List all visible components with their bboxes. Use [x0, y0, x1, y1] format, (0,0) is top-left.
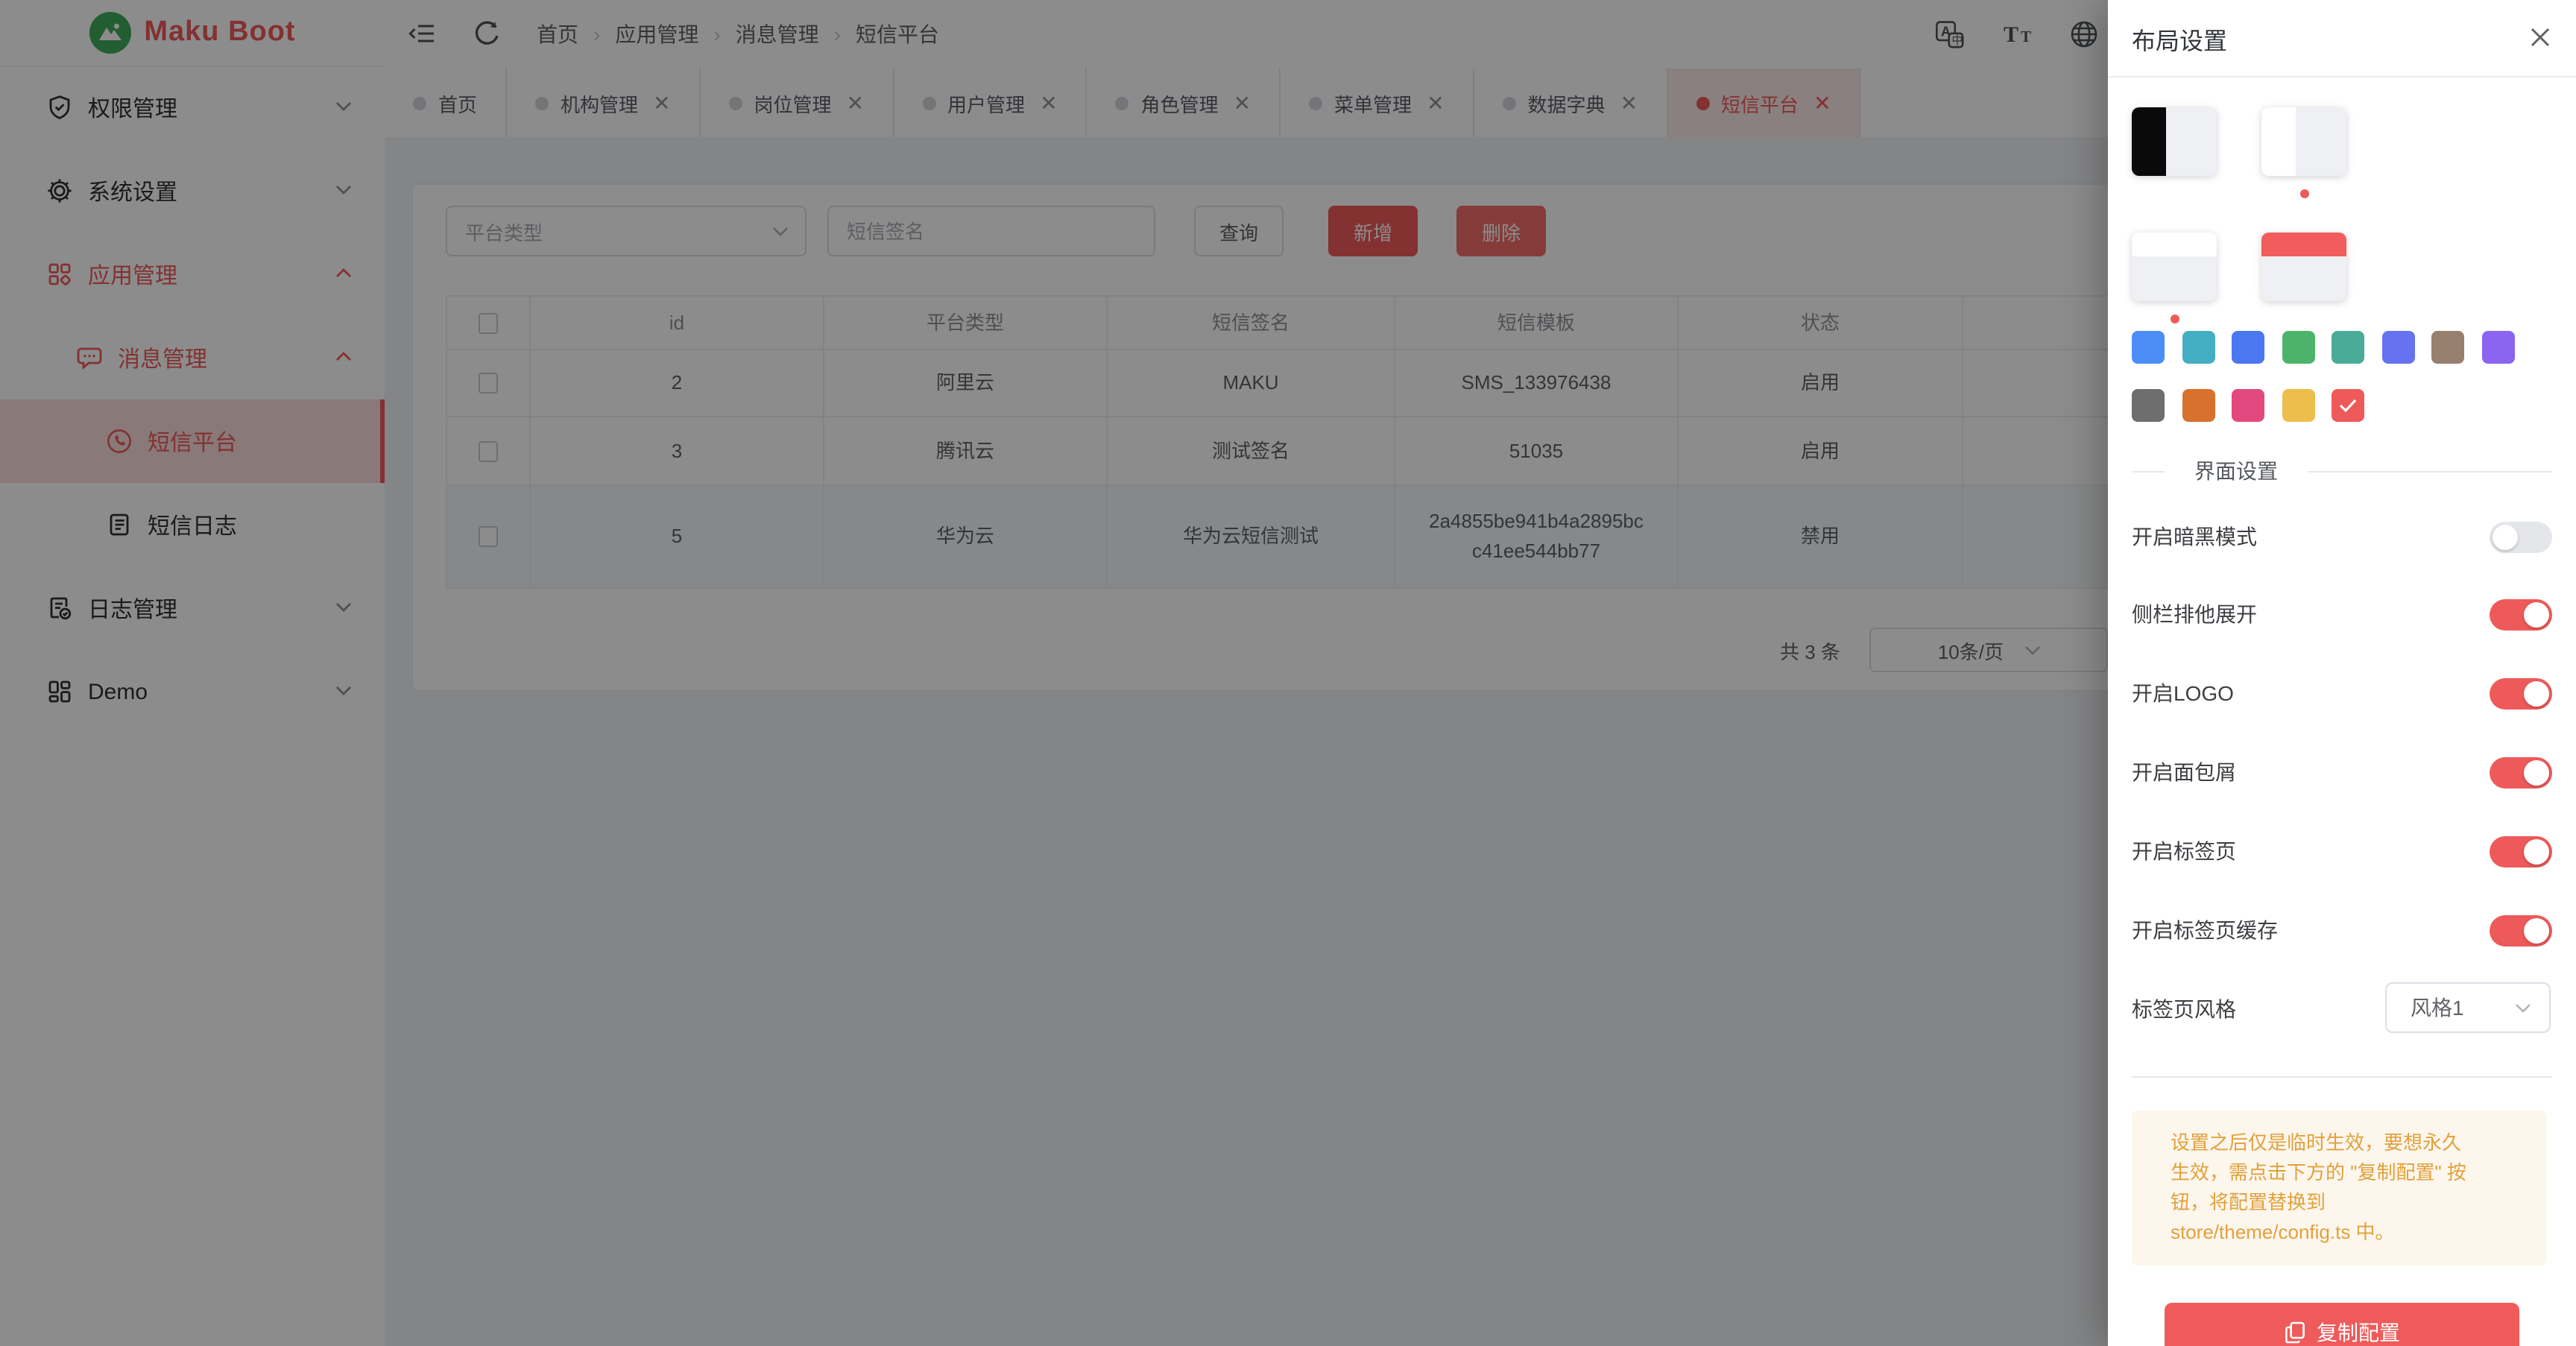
copy-config-label: 复制配置 [2317, 1318, 2400, 1346]
setting-breadcrumb: 开启面包屑 [2132, 756, 2552, 789]
warning-line: store/theme/config.ts 中。 [2171, 1218, 2528, 1248]
warning-line: 生效，需点击下方的 "复制配置" 按 [2171, 1158, 2528, 1188]
selected-dot-icon [2299, 189, 2308, 198]
close-icon[interactable] [2528, 25, 2552, 49]
tabs-cache-toggle[interactable] [2490, 914, 2552, 946]
setting-logo: 开启LOGO [2132, 677, 2552, 710]
layout-style-options [2132, 107, 2346, 323]
theme-color-swatch[interactable] [2182, 331, 2214, 364]
layout-thumb-light-sidebar[interactable] [2261, 107, 2346, 176]
layout-option-primary-header[interactable] [2261, 233, 2346, 323]
breadcrumb-toggle[interactable] [2490, 756, 2552, 788]
setting-label: 开启标签页 [2132, 836, 2236, 866]
layout-option-light-sidebar[interactable] [2261, 107, 2346, 198]
check-icon [2339, 398, 2357, 413]
theme-color-swatch[interactable] [2132, 389, 2165, 422]
theme-color-swatch[interactable] [2232, 389, 2264, 422]
tab-style-select[interactable]: 风格1 [2385, 982, 2551, 1033]
setting-label: 侧栏排他展开 [2132, 599, 2257, 629]
theme-color-swatch[interactable] [2132, 331, 2165, 364]
layout-thumb-dark-sidebar[interactable] [2132, 107, 2217, 176]
interface-settings-title: 界面设置 [2194, 456, 2278, 486]
setting-label: 开启暗黑模式 [2132, 522, 2257, 552]
setting-label: 开启标签页缓存 [2132, 915, 2278, 945]
layout-option-white-header[interactable] [2132, 233, 2217, 323]
logo-toggle[interactable] [2490, 677, 2552, 709]
theme-color-swatch[interactable] [2232, 331, 2264, 364]
theme-color-swatch-selected[interactable] [2332, 389, 2364, 422]
setting-dark-mode: 开启暗黑模式 [2132, 520, 2552, 553]
settings-warning: 设置之后仅是临时生效，要想永久 生效，需点击下方的 "复制配置" 按 钮，将配置… [2132, 1110, 2546, 1266]
layout-thumb-primary-header[interactable] [2261, 233, 2346, 301]
layout-option-dark-sidebar[interactable] [2132, 107, 2217, 198]
tab-style-value: 风格1 [2411, 993, 2464, 1023]
divider [2132, 1076, 2552, 1078]
dark-mode-toggle[interactable] [2490, 521, 2552, 552]
theme-color-swatch[interactable] [2332, 331, 2364, 364]
copy-config-button[interactable]: 复制配置 [2165, 1303, 2519, 1346]
sidebar-accordion-toggle[interactable] [2490, 598, 2552, 630]
tab-style-label: 标签页风格 [2132, 994, 2236, 1024]
setting-tabs: 开启标签页 [2132, 835, 2552, 868]
theme-color-swatch[interactable] [2282, 331, 2314, 364]
theme-color-swatch[interactable] [2182, 389, 2214, 422]
tabs-toggle[interactable] [2490, 835, 2552, 867]
setting-label: 开启LOGO [2132, 678, 2234, 708]
copy-icon [2284, 1321, 2306, 1345]
theme-color-palette [2132, 331, 2537, 422]
warning-line: 设置之后仅是临时生效，要想永久 [2171, 1128, 2528, 1158]
drawer-header: 布局设置 [2108, 0, 2576, 78]
theme-color-swatch[interactable] [2381, 331, 2414, 364]
setting-sidebar-accordion: 侧栏排他展开 [2132, 598, 2552, 631]
app-root: Maku Boot 权限管理 系统设置 应用管理 消息管理 [0, 0, 2576, 1346]
theme-color-swatch[interactable] [2481, 331, 2514, 364]
chevron-down-icon [2515, 1002, 2531, 1013]
theme-color-swatch[interactable] [2431, 331, 2464, 364]
layout-settings-drawer: 布局设置 [2108, 0, 2576, 1346]
setting-tabs-cache: 开启标签页缓存 [2132, 914, 2552, 947]
setting-label: 开启面包屑 [2132, 757, 2236, 787]
theme-color-swatch[interactable] [2282, 389, 2314, 422]
warning-line: 钮，将配置替换到 [2171, 1188, 2528, 1218]
drawer-title: 布局设置 [2132, 20, 2227, 56]
selected-dot-icon [2170, 315, 2179, 323]
layout-thumb-white-header[interactable] [2132, 233, 2217, 301]
interface-settings-divider: 界面设置 [2132, 456, 2552, 486]
